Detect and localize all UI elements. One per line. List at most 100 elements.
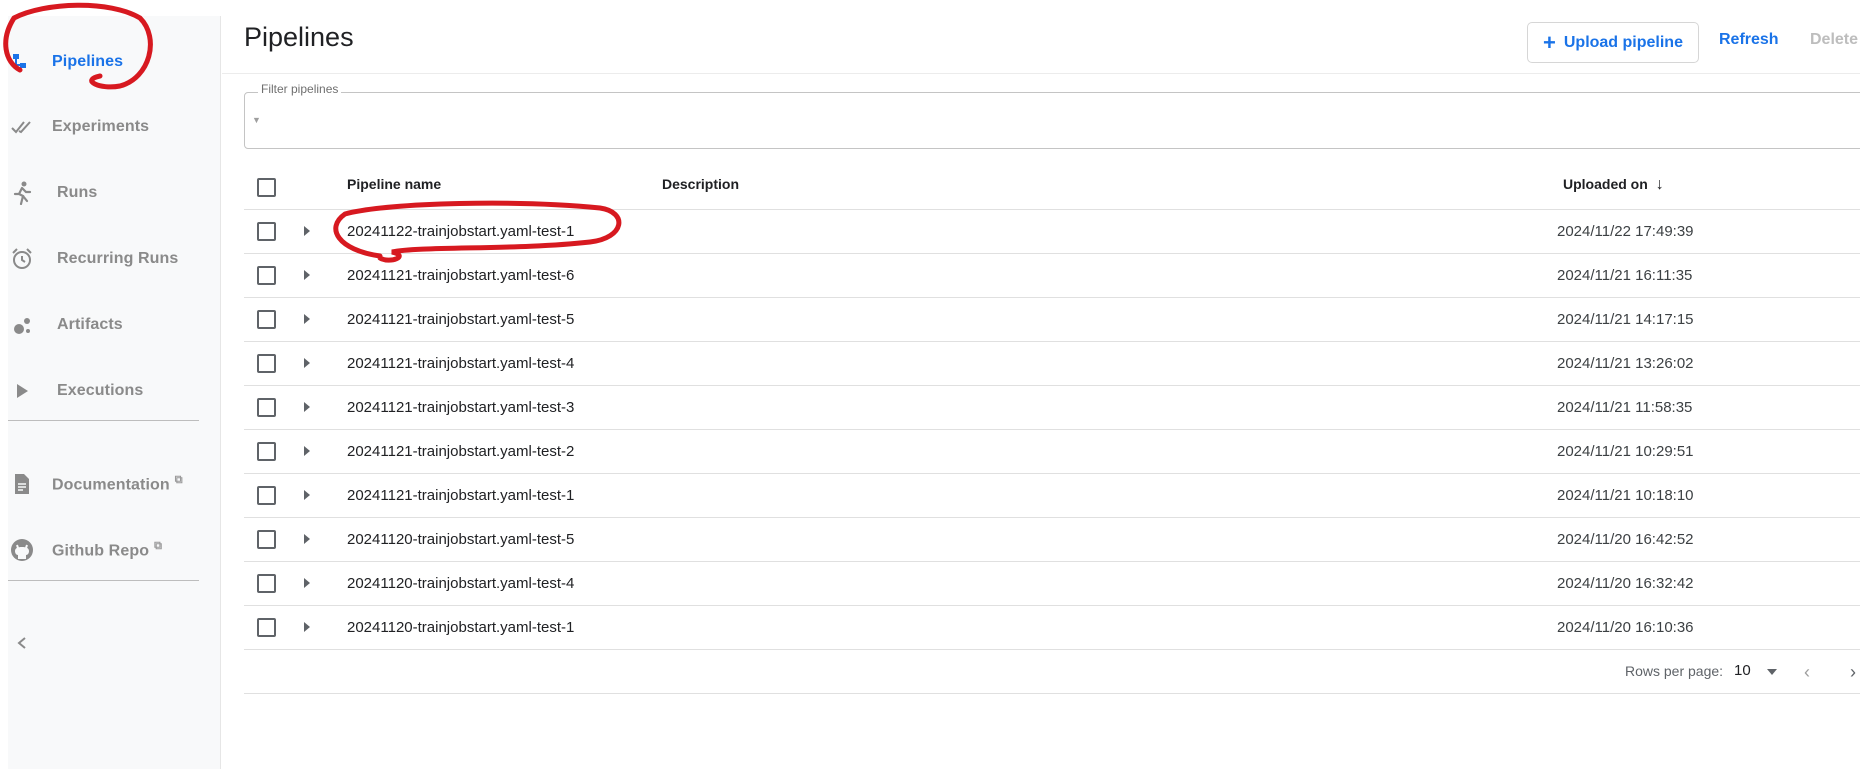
- row-checkbox[interactable]: [257, 398, 276, 417]
- table-row[interactable]: 20241121-trainjobstart.yaml-test-1 2024/…: [244, 474, 1860, 518]
- sidebar-item-label: Runs: [57, 184, 98, 201]
- sidebar-item-label: Artifacts: [57, 316, 123, 333]
- pipeline-icon: [10, 50, 34, 74]
- previous-page-icon[interactable]: ‹: [1804, 662, 1810, 683]
- row-checkbox[interactable]: [257, 354, 276, 373]
- row-checkbox[interactable]: [257, 266, 276, 285]
- expand-arrow-icon[interactable]: [302, 576, 312, 590]
- expand-arrow-icon[interactable]: [302, 224, 312, 238]
- sidebar-item-label: Experiments: [52, 118, 150, 135]
- expand-arrow-icon[interactable]: [302, 620, 312, 634]
- sidebar-item-runs[interactable]: Runs: [8, 171, 221, 215]
- plus-icon: +: [1543, 29, 1556, 55]
- filter-label: Filter pipelines: [258, 82, 342, 96]
- expand-arrow-icon[interactable]: [302, 400, 312, 414]
- row-checkbox[interactable]: [257, 530, 276, 549]
- delete-button[interactable]: Delete: [1810, 31, 1858, 49]
- row-checkbox[interactable]: [257, 618, 276, 637]
- row-checkbox[interactable]: [257, 486, 276, 505]
- header-divider: [222, 73, 1860, 74]
- column-header-pipeline-name[interactable]: Pipeline name: [347, 176, 441, 192]
- sidebar-item-label: Recurring Runs: [57, 250, 179, 267]
- uploaded-on: 2024/11/21 14:17:15: [1557, 311, 1694, 328]
- row-checkbox[interactable]: [257, 574, 276, 593]
- pipeline-name[interactable]: 20241120-trainjobstart.yaml-test-5: [347, 531, 574, 548]
- table-row[interactable]: 20241121-trainjobstart.yaml-test-6 2024/…: [244, 254, 1860, 298]
- caret-down-icon[interactable]: [1767, 669, 1777, 675]
- table-row[interactable]: 20241121-trainjobstart.yaml-test-5 2024/…: [244, 298, 1860, 342]
- external-link-icon: ⧉: [154, 539, 163, 552]
- external-link-icon: ⧉: [174, 473, 183, 486]
- pipeline-name[interactable]: 20241121-trainjobstart.yaml-test-6: [347, 267, 574, 284]
- rows-per-page-select[interactable]: 10: [1734, 662, 1751, 679]
- sidebar-divider: [8, 580, 199, 581]
- table-row[interactable]: 20241121-trainjobstart.yaml-test-3 2024/…: [244, 386, 1860, 430]
- sidebar-item-artifacts[interactable]: Artifacts: [8, 303, 221, 347]
- sidebar-item-github-repo[interactable]: Github Repo ⧉: [8, 528, 221, 572]
- pipeline-name[interactable]: 20241121-trainjobstart.yaml-test-3: [347, 399, 574, 416]
- upload-pipeline-label: Upload pipeline: [1563, 33, 1683, 51]
- sidebar-item-documentation-label: Documentation ⧉: [52, 473, 183, 494]
- uploaded-on: 2024/11/21 16:11:35: [1557, 267, 1693, 284]
- next-page-icon[interactable]: ›: [1850, 662, 1856, 683]
- row-checkbox[interactable]: [257, 222, 276, 241]
- uploaded-on: 2024/11/21 11:58:35: [1557, 399, 1693, 416]
- expand-arrow-icon[interactable]: [302, 312, 312, 326]
- sidebar-item-pipelines[interactable]: Pipelines: [8, 40, 221, 84]
- sidebar-collapse-button[interactable]: [8, 621, 48, 665]
- done-all-icon: [10, 115, 34, 139]
- pipeline-name[interactable]: 20241120-trainjobstart.yaml-test-1: [347, 619, 574, 636]
- sort-arrow-down-icon: ↓: [1655, 176, 1664, 193]
- pipeline-name[interactable]: 20241121-trainjobstart.yaml-test-2: [347, 443, 574, 460]
- expand-arrow-icon[interactable]: [302, 532, 312, 546]
- uploaded-on: 2024/11/20 16:42:52: [1557, 531, 1694, 548]
- sidebar: Pipelines Experiments Runs Recurring Run…: [8, 16, 221, 769]
- table-row[interactable]: 20241122-trainjobstart.yaml-test-1 2024/…: [244, 210, 1860, 254]
- refresh-button[interactable]: Refresh: [1719, 31, 1779, 49]
- pipeline-name[interactable]: 20241121-trainjobstart.yaml-test-4: [347, 355, 574, 372]
- sidebar-item-label: Pipelines: [52, 53, 124, 70]
- table-row[interactable]: 20241120-trainjobstart.yaml-test-1 2024/…: [244, 606, 1860, 650]
- uploaded-on: 2024/11/20 16:32:42: [1557, 575, 1694, 592]
- pipeline-name[interactable]: 20241121-trainjobstart.yaml-test-1: [347, 487, 574, 504]
- expand-arrow-icon[interactable]: [302, 268, 312, 282]
- pipeline-name[interactable]: 20241120-trainjobstart.yaml-test-4: [347, 575, 574, 592]
- table-row[interactable]: 20241121-trainjobstart.yaml-test-4 2024/…: [244, 342, 1860, 386]
- select-all-checkbox[interactable]: [257, 178, 276, 197]
- filter-icon: ▼: [252, 115, 261, 125]
- document-icon: [10, 472, 34, 496]
- pipeline-name[interactable]: 20241121-trainjobstart.yaml-test-5: [347, 311, 574, 328]
- sidebar-item-executions[interactable]: Executions: [8, 369, 221, 413]
- chevron-left-icon: [10, 631, 34, 655]
- expand-arrow-icon[interactable]: [302, 488, 312, 502]
- expand-arrow-icon[interactable]: [302, 356, 312, 370]
- row-checkbox[interactable]: [257, 442, 276, 461]
- play-icon: [10, 379, 34, 403]
- page-title: Pipelines: [244, 22, 354, 52]
- uploaded-on: 2024/11/21 13:26:02: [1557, 355, 1694, 372]
- sidebar-item-label: Executions: [57, 382, 144, 399]
- github-icon: [10, 538, 34, 562]
- row-checkbox[interactable]: [257, 310, 276, 329]
- sidebar-item-experiments[interactable]: Experiments: [8, 105, 221, 149]
- running-person-icon: [10, 181, 34, 205]
- uploaded-on: 2024/11/21 10:29:51: [1557, 443, 1694, 460]
- table-row[interactable]: 20241120-trainjobstart.yaml-test-4 2024/…: [244, 562, 1860, 606]
- expand-arrow-icon[interactable]: [302, 444, 312, 458]
- uploaded-on: 2024/11/22 17:49:39: [1557, 223, 1694, 240]
- table-header: Pipeline name Description Uploaded on ↓: [244, 164, 1860, 210]
- column-header-description[interactable]: Description: [662, 176, 739, 192]
- sidebar-item-documentation[interactable]: Documentation ⧉: [8, 462, 221, 506]
- sidebar-item-github-label: Github Repo ⧉: [52, 539, 163, 560]
- table-row[interactable]: 20241121-trainjobstart.yaml-test-2 2024/…: [244, 430, 1860, 474]
- pipeline-name[interactable]: 20241122-trainjobstart.yaml-test-1: [347, 223, 574, 240]
- upload-pipeline-button[interactable]: + Upload pipeline: [1527, 22, 1699, 63]
- bubbles-icon: [10, 313, 34, 337]
- table-row[interactable]: 20241120-trainjobstart.yaml-test-5 2024/…: [244, 518, 1860, 562]
- sidebar-item-recurring-runs[interactable]: Recurring Runs: [8, 237, 221, 281]
- filter-pipelines-input[interactable]: [244, 92, 1860, 149]
- table-footer-divider: [244, 693, 1860, 694]
- sidebar-divider: [8, 420, 199, 421]
- uploaded-on: 2024/11/21 10:18:10: [1557, 487, 1694, 504]
- column-header-uploaded-on[interactable]: Uploaded on ↓: [1563, 176, 1664, 194]
